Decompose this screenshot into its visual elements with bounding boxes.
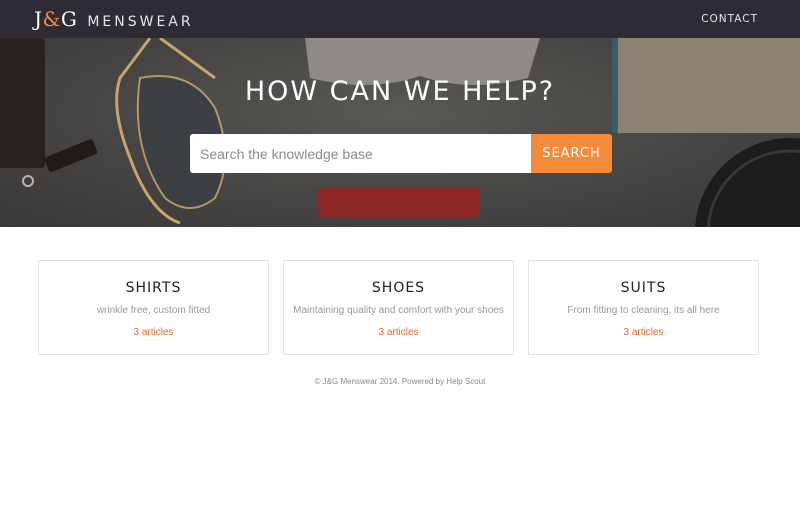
category-list: SHIRTS wrinkle free, custom fitted 3 art… xyxy=(38,260,759,355)
category-article-count-link[interactable]: 3 articles xyxy=(133,327,173,338)
footer-text: © J&G Menswear 2014. Powered by Help Sco… xyxy=(314,377,486,386)
hero-banner: HOW CAN WE HELP? SEARCH xyxy=(0,38,800,227)
wallet-strap-shape xyxy=(44,139,98,172)
brand-logo: J&G xyxy=(34,7,78,31)
category-title: SUITS xyxy=(620,280,667,296)
category-title: SHIRTS xyxy=(125,280,182,296)
category-description: wrinkle free, custom fitted xyxy=(96,305,211,316)
search-button[interactable]: SEARCH xyxy=(531,134,612,173)
hero-background-image xyxy=(0,38,800,227)
top-navbar: J&G MENSWEAR CONTACT xyxy=(0,0,800,38)
category-article-count-link[interactable]: 3 articles xyxy=(623,327,663,338)
brand-logo-link[interactable]: J&G MENSWEAR xyxy=(34,7,194,31)
nav-contact-link[interactable]: CONTACT xyxy=(701,13,758,25)
category-card-shoes[interactable]: SHOES Maintaining quality and comfort wi… xyxy=(283,260,514,355)
search-input[interactable] xyxy=(190,134,531,173)
page-footer: © J&G Menswear 2014. Powered by Help Sco… xyxy=(0,377,800,386)
red-leather-shape xyxy=(318,187,480,217)
category-description: Maintaining quality and comfort with you… xyxy=(293,305,504,316)
brand-name: MENSWEAR xyxy=(87,14,194,30)
search-bar: SEARCH xyxy=(190,134,612,173)
hero-heading: HOW CAN WE HELP? xyxy=(244,76,556,107)
category-title: SHOES xyxy=(371,280,426,296)
category-card-suits[interactable]: SUITS From fitting to cleaning, its all … xyxy=(528,260,759,355)
category-description: From fitting to cleaning, its all here xyxy=(567,305,720,316)
category-article-count-link[interactable]: 3 articles xyxy=(378,327,418,338)
category-card-shirts[interactable]: SHIRTS wrinkle free, custom fitted 3 art… xyxy=(38,260,269,355)
wallet-ring-shape xyxy=(22,175,34,187)
sunglasses-bridge-shape xyxy=(159,38,216,80)
